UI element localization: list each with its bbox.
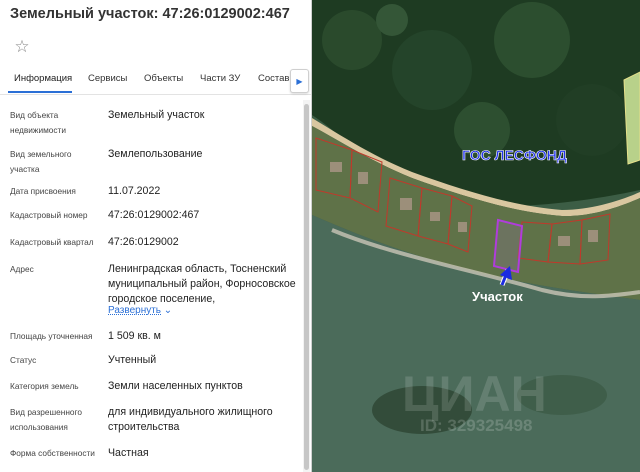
row-label: Площадь уточненная (10, 331, 93, 341)
row-label: Вид объекта недвижимости (10, 110, 66, 135)
panel-scrollbar[interactable] (303, 100, 310, 472)
active-tab-indicator (8, 91, 72, 93)
row-label: Дата присвоения (10, 186, 76, 196)
tab-bar: Информация Сервисы Объекты Части ЗУ Сост… (0, 66, 311, 95)
row-value: Частная (108, 447, 149, 459)
row-label: Статус (10, 355, 37, 365)
row-label: Адрес (10, 264, 34, 274)
row-value: Ленинградская область, Тосненский муници… (108, 263, 296, 305)
expand-label: Развернуть (108, 305, 162, 316)
parcel-label: Участок (472, 289, 523, 304)
expand-address-button[interactable]: Развернуть ⌄ (108, 305, 172, 316)
row-value: 1 509 кв. м (108, 330, 161, 342)
chevron-down-icon: ⌄ (163, 305, 173, 316)
row-value: 11.07.2022 (108, 185, 161, 197)
star-outline-icon: ☆ (14, 37, 30, 56)
favorite-button[interactable]: ☆ (9, 36, 35, 58)
row-label: Вид земельного участка (10, 149, 72, 174)
info-panel: Земельный участок: 47:26:0129002:467 ☆ И… (0, 0, 311, 472)
tab-services[interactable]: Сервисы (88, 73, 127, 84)
row-label: Категория земель (10, 381, 79, 391)
row-value: Землепользование (108, 148, 203, 160)
row-value: Земельный участок (108, 109, 205, 121)
row-value: 47:26:0129002:467 (108, 209, 200, 221)
row-value: Земли населенных пунктов (108, 380, 243, 392)
row-label: Форма собственности (10, 448, 95, 458)
tabs-scroll-right-button[interactable]: ▶ (290, 69, 309, 93)
tab-objects[interactable]: Объекты (144, 73, 183, 84)
row-label: Кадастровый номер (10, 210, 88, 220)
row-value: 47:26:0129002 (108, 236, 179, 248)
forest-label: ГОС ЛЕСФОНД (462, 147, 567, 164)
watermark-id: ID: 329325498 (420, 416, 533, 435)
satellite-map[interactable]: ГОС ЛЕСФОНД Участок ЦИАН ID: 329325498 (312, 0, 640, 472)
tab-parts[interactable]: Части ЗУ (200, 73, 240, 84)
chevron-right-icon: ▶ (296, 76, 303, 86)
tab-composition[interactable]: Состав (258, 73, 289, 84)
tab-information[interactable]: Информация (14, 73, 72, 84)
watermark-logo: ЦИАН (402, 366, 547, 422)
scrollbar-thumb[interactable] (304, 104, 309, 470)
row-value: Учтенный (108, 354, 157, 366)
row-label: Кадастровый квартал (10, 237, 94, 247)
page-title: Земельный участок: 47:26:0129002:467 (10, 6, 290, 22)
row-value: для индивидуального жилищного строительс… (108, 406, 273, 433)
row-label: Вид разрешенного использования (10, 407, 82, 432)
